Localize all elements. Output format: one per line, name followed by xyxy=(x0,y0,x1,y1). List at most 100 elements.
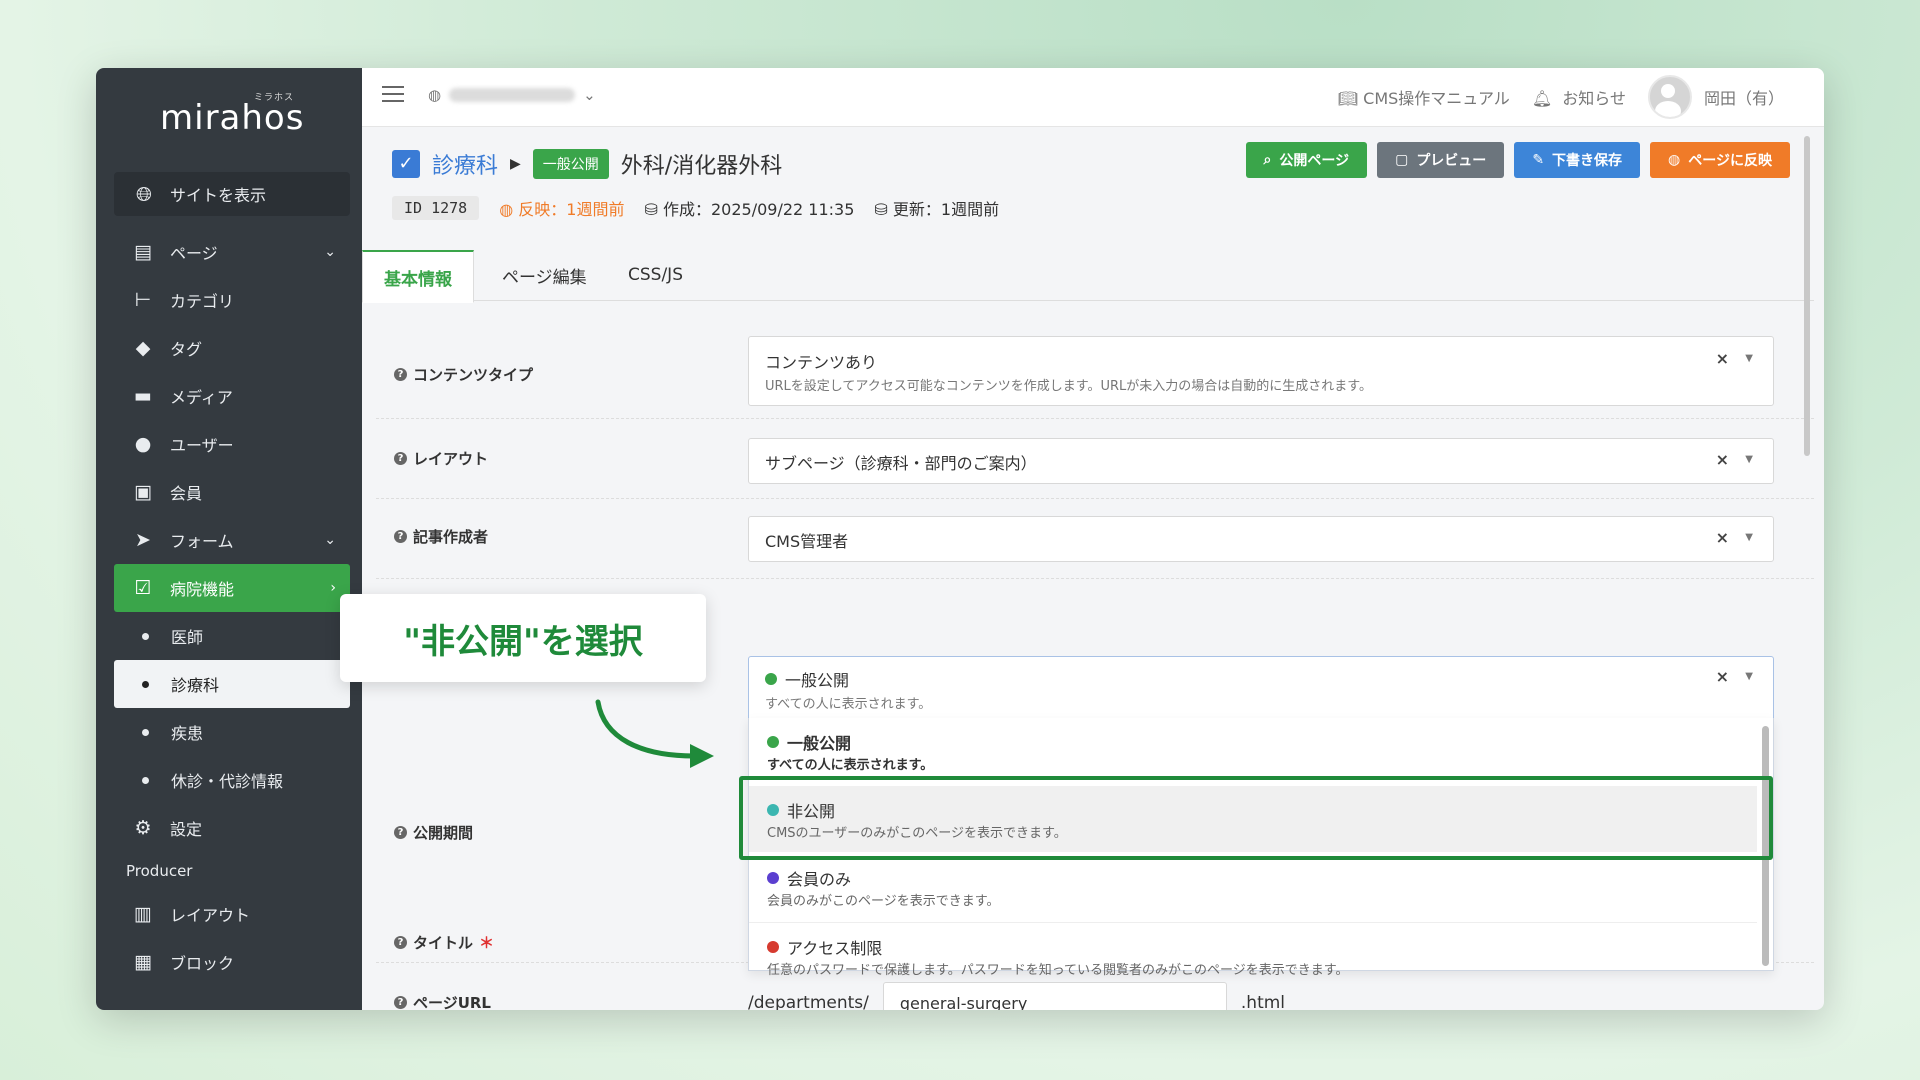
label-text: コンテンツタイプ xyxy=(413,366,534,384)
option-title: 一般公開 xyxy=(767,730,851,754)
help-icon[interactable]: ? xyxy=(394,530,407,543)
breadcrumb-category[interactable]: 診療科 xyxy=(432,148,498,180)
url-prefix: /departments/ xyxy=(748,993,869,1010)
db-icon: ⛁ xyxy=(874,200,888,219)
option-title-text: 会員のみ xyxy=(787,870,852,889)
preview-icon: ▢ xyxy=(1395,152,1409,168)
help-icon[interactable]: ? xyxy=(394,936,407,949)
sidebar: mirahos ミラホス 🌐︎ サイトを表示 ▤ ページ ⌄ ⊢ カテゴリ ◆ タグ ▬ メ… xyxy=(96,68,362,1010)
field-label: ? タイトル ＊ xyxy=(394,932,494,953)
id-value: 1278 xyxy=(431,199,468,217)
chevron-down-icon[interactable]: ▼ xyxy=(1745,532,1753,543)
status-badge: 一般公開 xyxy=(532,149,609,179)
sidebar-item-media[interactable]: ▬ メディア xyxy=(114,372,350,420)
reflect-button[interactable]: ◍ ページに反映 xyxy=(1650,142,1790,178)
search-icon: ⌕ xyxy=(1263,152,1272,168)
visibility-select[interactable]: 一般公開 すべての人に表示されます。 × ▼ xyxy=(748,656,1774,722)
clear-icon[interactable]: × xyxy=(1716,528,1729,547)
sidebar-item-user[interactable]: ● ユーザー xyxy=(114,420,350,468)
content-type-select[interactable]: コンテンツあり URLを設定してアクセス可能なコンテンツを作成します。URLが未… xyxy=(748,336,1774,406)
sidebar-item-layout[interactable]: ▥ レイアウト xyxy=(114,890,350,938)
user-menu[interactable]: 岡田（有） xyxy=(1647,75,1784,119)
manual-link[interactable]: 📖︎ CMS操作マニュアル xyxy=(1338,85,1510,109)
annotation-arrow xyxy=(595,699,714,768)
page-scrollbar[interactable] xyxy=(1804,136,1810,456)
preview-button[interactable]: ▢ プレビュー xyxy=(1377,142,1505,178)
save-draft-button[interactable]: ✎ 下書き保存 xyxy=(1514,142,1641,178)
id-box: ID 1278 xyxy=(392,196,480,220)
topbar: ◍ ⌄ 📖︎ CMS操作マニュアル 🔔︎ お知らせ 岡田（有） xyxy=(362,68,1824,127)
help-icon[interactable]: ? xyxy=(394,826,407,839)
highlight-box xyxy=(739,776,1773,860)
reflect-status: ◍ 反映：1週間前 xyxy=(499,196,624,220)
chevron-down-icon[interactable]: ▼ xyxy=(1745,353,1753,364)
tab-basic-info[interactable]: 基本情報 xyxy=(362,250,474,303)
url-input[interactable]: general-surgery xyxy=(882,982,1227,1010)
send-icon: ➤ xyxy=(135,529,151,551)
db-icon: ⛁ xyxy=(644,200,658,219)
button-label: 公開ページ xyxy=(1279,153,1350,169)
select-value-text: 一般公開 xyxy=(785,671,850,690)
public-page-button[interactable]: ⌕ 公開ページ xyxy=(1245,142,1368,178)
globe-icon: ◍ xyxy=(499,200,514,219)
select-value: サブページ（診療科・部門のご案内） xyxy=(765,454,1037,473)
chevron-right-icon: › xyxy=(330,580,336,596)
notice-label: お知らせ xyxy=(1562,89,1626,108)
status-dot xyxy=(767,941,779,953)
button-label: 下書き保存 xyxy=(1552,153,1623,169)
layout-select[interactable]: サブページ（診療科・部門のご案内） × ▼ xyxy=(748,438,1774,484)
sidebar-item-form[interactable]: ➤ フォーム ⌄ xyxy=(114,516,350,564)
select-desc: すべての人に表示されます。 xyxy=(765,697,932,712)
help-icon[interactable]: ? xyxy=(394,452,407,465)
manual-label: CMS操作マニュアル xyxy=(1363,89,1510,108)
tab-page-edit[interactable]: ページ編集 xyxy=(502,250,587,300)
sidebar-item-doctor[interactable]: 医師 xyxy=(114,612,350,660)
author-select[interactable]: CMS管理者 × ▼ xyxy=(748,516,1774,562)
sidebar-item-department[interactable]: 診療科 xyxy=(114,660,350,708)
chevron-down-icon[interactable]: ▼ xyxy=(1745,454,1753,465)
sidebar-item-tag[interactable]: ◆ タグ xyxy=(114,324,350,372)
folder-icon: ▬ xyxy=(134,385,152,407)
sidebar-item-label: ユーザー xyxy=(170,436,234,455)
book-icon: 📖︎ xyxy=(1337,89,1359,108)
id-label: ID xyxy=(404,199,423,217)
sidebar-item-label: ブロック xyxy=(170,954,235,973)
logo-kana: ミラホス xyxy=(254,93,295,103)
label-text: タイトル xyxy=(413,934,474,952)
sidebar-item-settings[interactable]: ⚙ 設定 xyxy=(114,804,350,852)
sidebar-item-member[interactable]: ▣ 会員 xyxy=(114,468,350,516)
grid-icon: ▦ xyxy=(134,951,152,973)
sidebar-item-block[interactable]: ▦ ブロック xyxy=(114,938,350,986)
label-text: 公開期間 xyxy=(413,824,474,842)
help-icon[interactable]: ? xyxy=(394,996,407,1009)
sidebar-item-closure[interactable]: 休診・代診情報 xyxy=(114,756,350,804)
notice-link[interactable]: 🔔︎ お知らせ xyxy=(1532,85,1626,109)
action-buttons: ⌕ 公開ページ ▢ プレビュー ✎ 下書き保存 ◍ ページに反映 xyxy=(1245,142,1790,178)
select-value: CMS管理者 xyxy=(765,532,849,551)
option-members-only[interactable]: 会員のみ 会員のみがこのページを表示できます。 xyxy=(749,854,1757,920)
option-public[interactable]: 一般公開 すべての人に表示されます。 xyxy=(749,718,1757,784)
clear-icon[interactable]: × xyxy=(1716,349,1729,368)
globe-icon: ◍ xyxy=(428,86,442,104)
url-field: /departments/ general-surgery .html xyxy=(748,982,1285,1010)
sidebar-item-category[interactable]: ⊢ カテゴリ xyxy=(114,276,350,324)
sidebar-item-hospital[interactable]: ☑ 病院機能 › xyxy=(114,564,350,612)
sidebar-item-page[interactable]: ▤ ページ ⌄ xyxy=(114,228,350,276)
clear-icon[interactable]: × xyxy=(1716,667,1729,686)
sidebar-item-label: 疾患 xyxy=(171,724,204,743)
page-meta: ID 1278 ◍ 反映：1週間前 ⛁ 作成：2025/09/22 11:35 … xyxy=(392,196,999,220)
hamburger-icon[interactable] xyxy=(382,86,404,104)
chevron-down-icon[interactable]: ▼ xyxy=(1745,671,1753,682)
created-text: 作成：2025/09/22 11:35 xyxy=(662,200,855,219)
bullet xyxy=(142,680,149,688)
label-text: レイアウト xyxy=(413,450,489,468)
updated-text: 更新：1週間前 xyxy=(892,200,1000,219)
site-selector[interactable]: ◍ ⌄ xyxy=(428,86,596,104)
help-icon[interactable]: ? xyxy=(394,368,407,381)
clear-icon[interactable]: × xyxy=(1716,450,1729,469)
topbar-right: 📖︎ CMS操作マニュアル 🔔︎ お知らせ 岡田（有） xyxy=(1338,68,1784,126)
view-site-button[interactable]: 🌐︎ サイトを表示 xyxy=(114,172,350,216)
chevron-down-icon: ⌄ xyxy=(324,244,336,260)
tab-css-js[interactable]: CSS/JS xyxy=(628,250,683,300)
sidebar-item-disease[interactable]: 疾患 xyxy=(114,708,350,756)
